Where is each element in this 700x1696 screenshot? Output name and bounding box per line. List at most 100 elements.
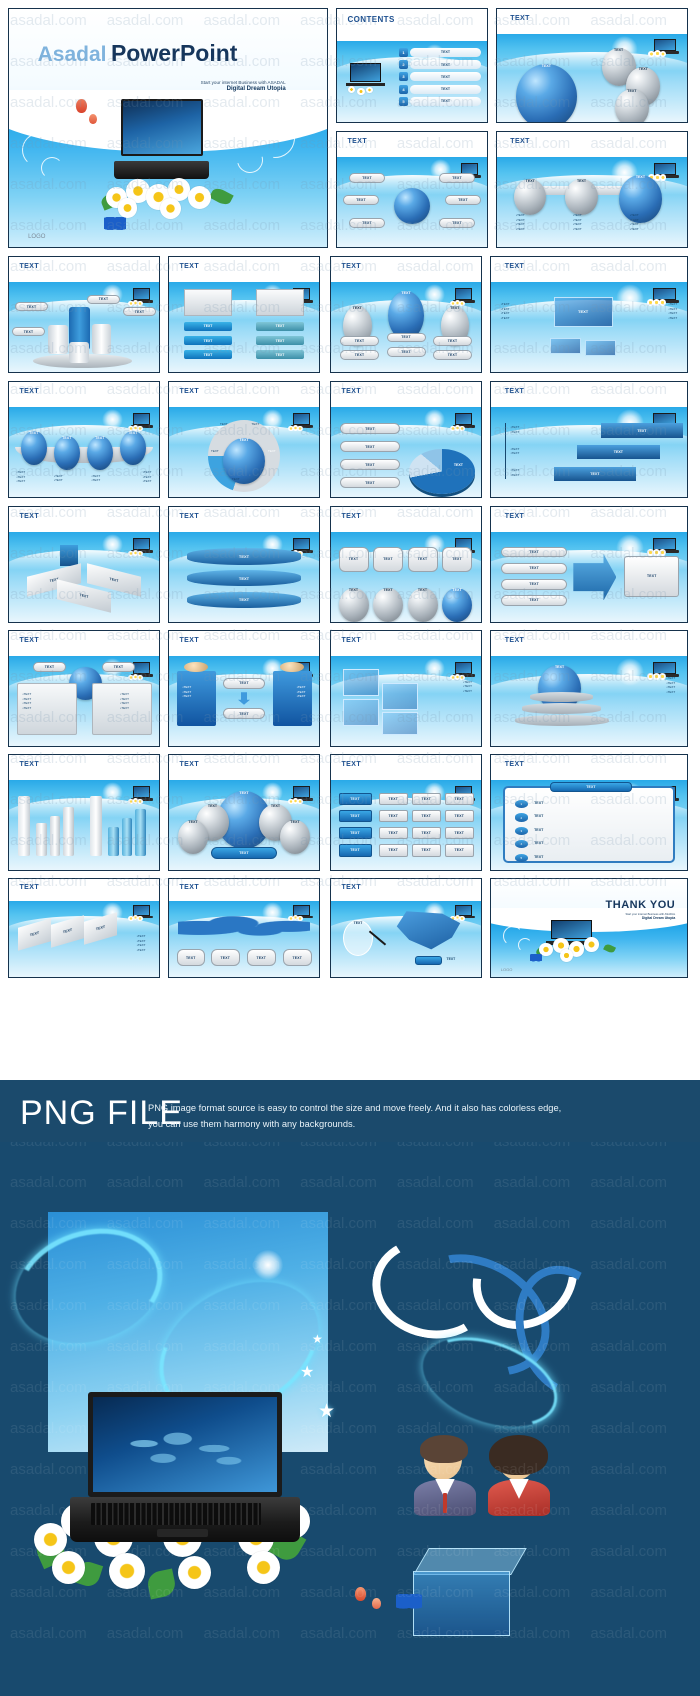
slide-thumbnail-people-flow[interactable]: TEXT TEXTTEXTTEXT TEXTTEXTTEXT TEXT TEXT: [168, 630, 320, 747]
stack-head[interactable]: [184, 289, 232, 317]
step-sphere[interactable]: TEXT: [618, 175, 663, 223]
sub-sphere[interactable]: TEXT: [614, 88, 649, 122]
contents-row[interactable]: 3 TEXT: [398, 72, 482, 82]
orbit-chip[interactable]: TEXT: [349, 173, 385, 184]
slide-thumbnail-disc-stack[interactable]: TEXT TEXT TEXT TEXT: [168, 506, 320, 623]
cover-title: Asadal PowerPoint: [38, 40, 238, 67]
thanks-flowers: [534, 932, 620, 965]
world-map-wallpaper: [111, 1423, 259, 1473]
slide-thumbnail-world-map[interactable]: TEXT TEXT TEXT TEXT TEXT: [168, 878, 320, 978]
laptop-trackpad: [157, 1529, 208, 1537]
slide-thumbnail-bar-chart[interactable]: TEXT: [8, 754, 160, 871]
contents-row[interactable]: 2 TEXT: [398, 60, 482, 70]
cylinder[interactable]: [48, 325, 68, 355]
slide-thumbnail-sphere-cluster[interactable]: TEXT TEXT TEXT TEXT TEXT TEXT TEXT: [168, 754, 320, 871]
slide-thumbnail-radial-spheres[interactable]: TEXT TEXT TEXT TEXT TEXT: [496, 8, 688, 123]
balloon-icon: [75, 99, 87, 114]
cylinder[interactable]: [91, 323, 111, 355]
slide-thumbnail-egg-columns[interactable]: TEXT TEXT TEXT TEXT TEXT TEXT TEXT TEXT …: [330, 256, 482, 373]
slide-header: [337, 9, 487, 39]
cylinder[interactable]: [69, 341, 89, 364]
light-ribbon: [1, 1210, 178, 1362]
slide-thumbnail-arrow-list[interactable]: TEXT TEXT TEXT TEXT TEXT TEXT: [490, 506, 688, 623]
slide-thumbnail-shelf-boxes[interactable]: TEXT TEXTTEXTTEXT: [330, 630, 482, 747]
contents-row-label: TEXT: [410, 47, 481, 57]
slide-thumbnail-korea-map[interactable]: TEXT TEXT TEXT: [330, 878, 482, 978]
list-number: 3: [514, 826, 529, 835]
shelf-box[interactable]: [382, 683, 418, 711]
contents-row-label: TEXT: [410, 84, 481, 94]
thanks-logo: LOGO: [500, 967, 513, 973]
center-pillar: [60, 544, 78, 567]
step-sphere[interactable]: TEXT: [565, 178, 598, 216]
main-sphere[interactable]: TEXT: [516, 63, 577, 122]
stair-step[interactable]: TEXT: [600, 423, 684, 438]
avatar-female: [488, 1434, 550, 1516]
png-laptop: [70, 1392, 300, 1542]
slide-thumbnail-ribbon-arrow[interactable]: TEXT TEXT TEXT TEXT TEXTTEXTTEXTTEXT: [8, 878, 160, 978]
bar: [49, 816, 60, 856]
slide-thumbnail-matrix-table[interactable]: TEXT TEXT TEXT TEXT TEXT TEXT TEXT TEXT …: [330, 754, 482, 871]
laptop-screen: [120, 99, 203, 157]
cube-front-face: [412, 1571, 510, 1637]
star-icon: ★: [312, 1332, 323, 1346]
slide-thumbnail-card-grid[interactable]: TEXT TEXT TEXT TEXT TEXT TEXT TEXT TEXT …: [330, 506, 482, 623]
leaf-icon: [145, 1568, 178, 1600]
avatar-hair: [489, 1434, 548, 1476]
orbit-chip[interactable]: TEXT: [445, 194, 481, 205]
disc[interactable]: TEXT: [187, 548, 301, 565]
shelf-box[interactable]: [382, 711, 418, 736]
slide-thumbnail-contents[interactable]: CONTENTS 1 TEXT 2 TEXT 3 TEXT 4 TEXT 5 T…: [336, 8, 488, 123]
slide-thumbnail-cube-diagram[interactable]: TEXT TEXT TEXTTEXTTEXTTEXT TEXTTEXTTEXTT…: [490, 256, 688, 373]
bar: [63, 807, 74, 856]
orbit-chip[interactable]: TEXT: [349, 218, 385, 229]
slide-thumbnail-twin-stacks[interactable]: TEXT TEXT TEXT TEXT TEXT TEXT TEXT: [168, 256, 320, 373]
step-sphere[interactable]: TEXT: [514, 178, 547, 216]
slide-title: CONTENTS: [347, 14, 395, 24]
slide-thumbnail-cylinder-stage[interactable]: TEXT TEXT TEXT TEXT TEXT: [8, 256, 160, 373]
world-map-graphic: [178, 914, 310, 945]
slide-thumbnail-orbit-buttons[interactable]: TEXT TEXT TEXT TEXT TEXT TEXT TEXT: [336, 131, 488, 248]
contents-row[interactable]: 1 TEXT: [398, 47, 482, 57]
shelf-box[interactable]: [343, 699, 379, 727]
orbit-chip[interactable]: TEXT: [439, 218, 475, 229]
balloon-icon: [88, 113, 97, 124]
slide-thumbnail-sphere-row[interactable]: TEXT TEXT TEXT TEXT TEXT TEXTTEXTTEXT TE…: [8, 381, 160, 498]
disc[interactable]: TEXT: [187, 569, 301, 587]
contents-row-number: 3: [398, 72, 409, 82]
person-panel[interactable]: [272, 670, 312, 727]
cover-tagline: Start your internet Business with ASADAL: [200, 80, 286, 86]
slide-thumbnail-stairs[interactable]: TEXT TEXT TEXT TEXT TEXTTEXT TEXTTEXT TE…: [490, 381, 688, 498]
stair-step[interactable]: TEXT: [577, 444, 660, 460]
shelf-box[interactable]: [343, 668, 379, 696]
slide-thumbnail-thanks[interactable]: THANK YOU Start your internet Business w…: [490, 878, 688, 978]
notepad[interactable]: [502, 785, 676, 863]
daisy-icon: [187, 185, 212, 210]
disc[interactable]: TEXT: [187, 591, 301, 608]
slide-thumbnail-donut-wheel[interactable]: TEXT TEXT TEXT TEXT TEXT TEXT TEXT: [168, 381, 320, 498]
magnifier-icon[interactable]: TEXT: [343, 920, 373, 957]
cube-3d[interactable]: TEXT: [553, 296, 613, 328]
orbit-chip[interactable]: TEXT: [343, 194, 379, 205]
pie-chart[interactable]: [409, 448, 475, 494]
laptop-badge-icon: [648, 39, 680, 58]
slide-thumbnail-cover[interactable]: Asadal PowerPoint Start your internet Bu…: [8, 8, 328, 248]
avatar-hair: [419, 1434, 468, 1463]
balloon-icon: [355, 1587, 366, 1601]
slide-thumbnail-process-arrow[interactable]: TEXT TEXT TEXT TEXT TEXTTEXTTEXTTEXT TEX…: [496, 131, 688, 248]
slide-thumbnail-compare-panels[interactable]: TEXT TEXT TEXT TEXTTEXTTEXTTEXT TEXTTEXT…: [8, 630, 160, 747]
center-sphere[interactable]: [394, 187, 430, 224]
slide-thumbnail-podium[interactable]: TEXT TEXT TEXTTEXTTEXTTEXT: [490, 630, 688, 747]
contents-row[interactable]: 5 TEXT: [398, 96, 482, 106]
slide-thumbnail-quadrant[interactable]: TEXT TEXT TEXT TEXT: [8, 506, 160, 623]
laptop-base: [70, 1497, 300, 1542]
orbit-chip[interactable]: TEXT: [439, 173, 475, 184]
slide-thumbnail-pie-list[interactable]: TEXT TEXT TEXT TEXT TEXT TEXT: [330, 381, 482, 498]
cover-product: PowerPoint: [110, 39, 238, 66]
slide-thumbnail-notepad-list[interactable]: TEXT TEXT 1 TEXT 2 TEXT 3 TEXT 4 TEXT 5 …: [490, 754, 688, 871]
cover-subtitle-block: Start your internet Business with ASADAL…: [201, 80, 286, 92]
laptop-keyboard: [90, 1503, 261, 1525]
png-desc-line1: PNG image format source is easy to contr…: [148, 1103, 562, 1113]
stair-step[interactable]: TEXT: [553, 466, 637, 481]
contents-row[interactable]: 4 TEXT: [398, 84, 482, 94]
